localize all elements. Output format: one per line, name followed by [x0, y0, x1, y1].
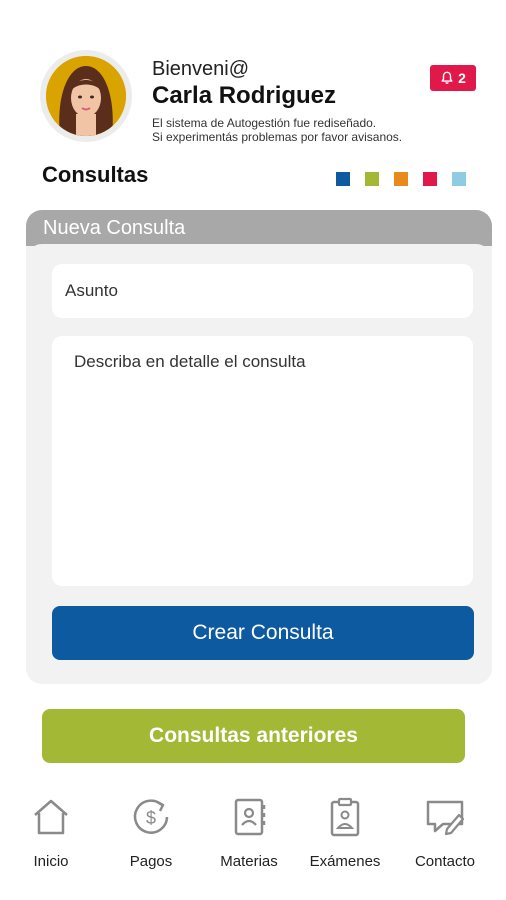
bottom-nav: Inicio $ Pagos Materias Exámenes Contact… — [0, 795, 506, 885]
user-name: Carla Rodriguez — [152, 82, 337, 109]
color-dot-red — [423, 172, 437, 186]
new-consult-panel: Nueva Consulta Crear Consulta — [26, 210, 492, 684]
notebook-icon — [234, 798, 266, 836]
clipboard-icon — [330, 797, 360, 837]
chat-edit-icon — [426, 800, 465, 836]
payment-icon: $ — [133, 799, 169, 834]
page-title: Consultas — [42, 162, 149, 187]
nav-label-inicio: Inicio — [33, 853, 69, 870]
color-dot-orange — [394, 172, 408, 186]
color-dot-green — [365, 172, 379, 186]
nav-item-inicio[interactable]: Inicio — [6, 795, 96, 870]
nav-label-pagos: Pagos — [129, 853, 173, 870]
nav-label-materias: Materias — [220, 853, 278, 870]
nav-label-contacto: Contacto — [414, 853, 476, 870]
notifications-button[interactable]: 2 — [430, 65, 476, 91]
panel-header: Nueva Consulta — [26, 210, 492, 246]
home-icon — [34, 799, 68, 835]
color-dot-blue — [336, 172, 350, 186]
welcome-text: Bienveni@ — [152, 58, 250, 80]
detail-textarea[interactable] — [52, 336, 473, 586]
nav-label-examenes: Exámenes — [309, 853, 381, 870]
nav-item-materias[interactable]: Materias — [204, 795, 294, 870]
bell-icon — [441, 71, 453, 84]
panel-body: Crear Consulta — [26, 244, 492, 684]
svg-text:$: $ — [146, 808, 156, 828]
subject-input[interactable] — [52, 264, 473, 318]
previous-consults-button[interactable]: Consultas anteriores — [42, 709, 465, 763]
notice-line-1: El sistema de Autogestión fue rediseñado… — [152, 116, 377, 130]
create-consult-button[interactable]: Crear Consulta — [52, 606, 474, 660]
notifications-count: 2 — [458, 70, 466, 86]
nav-item-pagos[interactable]: $ Pagos — [106, 795, 196, 870]
avatar-photo — [46, 56, 126, 136]
nav-item-examenes[interactable]: Exámenes — [300, 795, 390, 870]
color-dot-lightblue — [452, 172, 466, 186]
nav-item-contacto[interactable]: Contacto — [400, 795, 490, 870]
avatar[interactable] — [40, 50, 132, 142]
system-notice: El sistema de Autogestión fue rediseñado… — [152, 116, 402, 144]
color-legend — [336, 172, 466, 186]
notice-line-2: Si experimentás problemas por favor avis… — [152, 130, 403, 144]
